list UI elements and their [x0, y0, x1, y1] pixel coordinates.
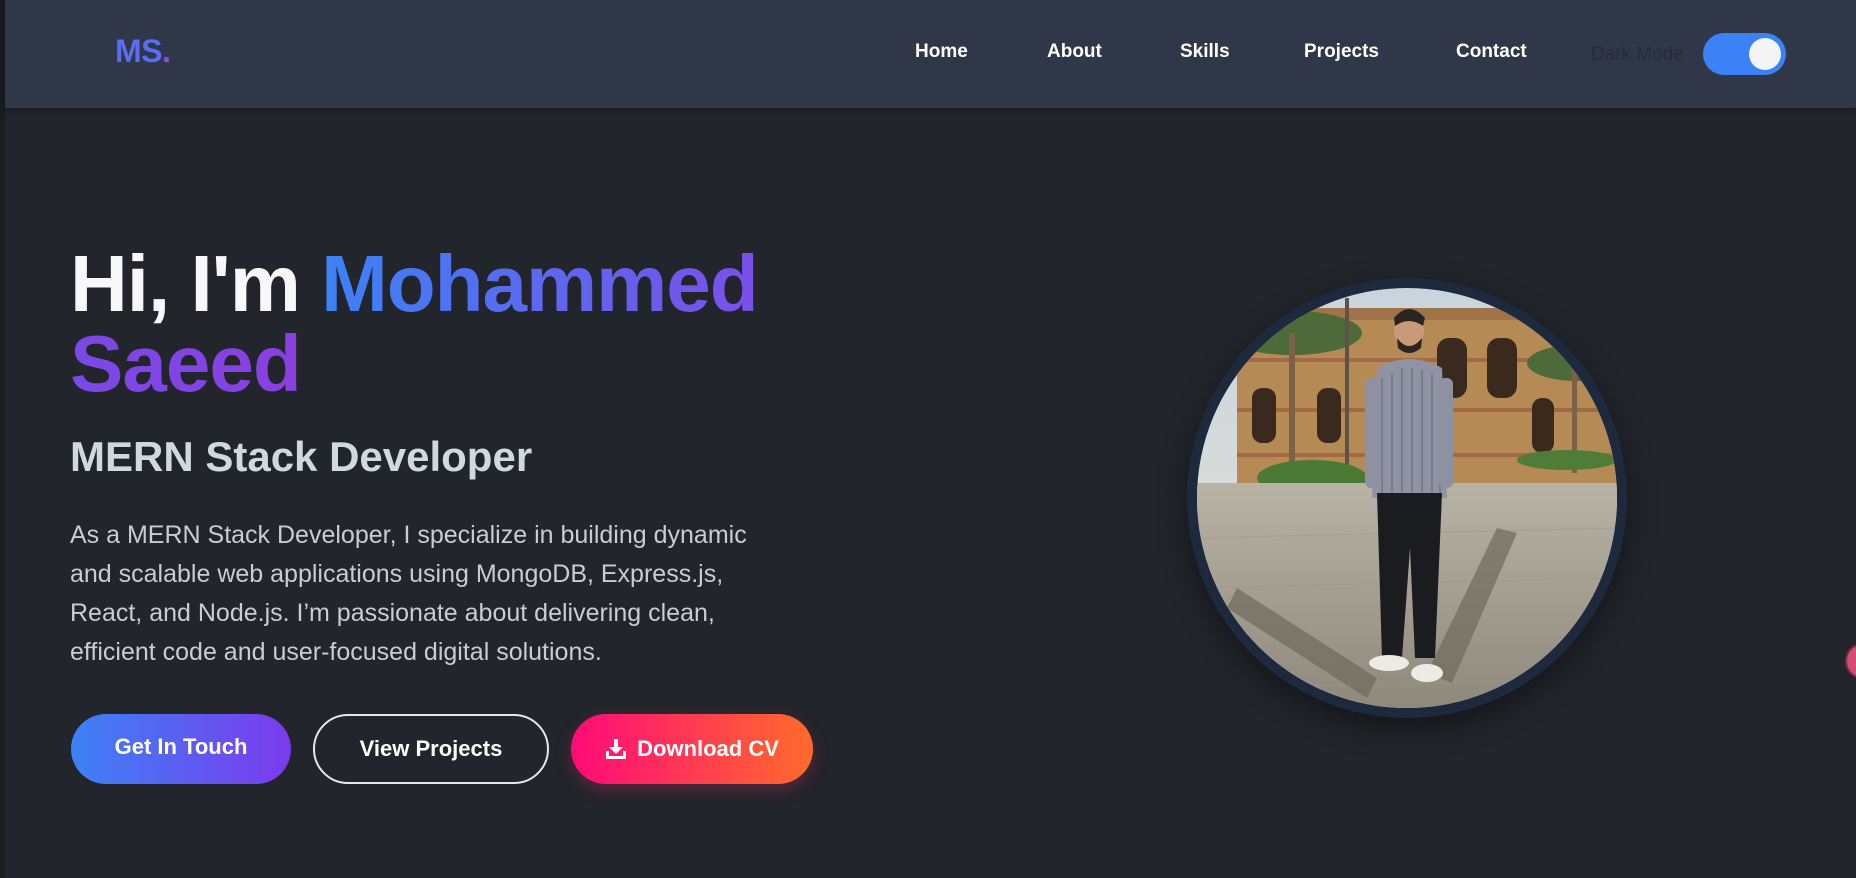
role-subtitle: MERN Stack Developer — [70, 433, 533, 480]
nav-links: Home About Skills Projects Contact — [5, 41, 1856, 65]
get-in-touch-label: Get In Touch — [114, 734, 248, 759]
get-in-touch-button[interactable]: Get In Touch — [71, 714, 291, 784]
dark-mode-label: Dark Mode — [1591, 44, 1684, 65]
nav-link-projects[interactable]: Projects — [1304, 41, 1379, 63]
profile-photo — [1197, 288, 1617, 708]
greeting-text: Hi, I'm — [70, 239, 301, 328]
first-name: Mohammed — [321, 239, 758, 328]
profile-photo-frame — [1187, 278, 1627, 718]
hero-title-line-1: Hi, I'm Mohammed — [70, 244, 759, 324]
download-cv-button[interactable]: Download CV — [571, 714, 813, 784]
view-projects-button[interactable]: View Projects — [313, 714, 549, 784]
download-cv-label: Download CV — [637, 736, 779, 761]
view-projects-label: View Projects — [359, 736, 503, 761]
nav-link-home[interactable]: Home — [915, 41, 968, 63]
portfolio-page: MS. Home About Skills Projects Contact D… — [0, 0, 1856, 878]
toggle-knob — [1749, 38, 1781, 70]
floating-action-dot[interactable] — [1845, 644, 1856, 678]
download-icon — [605, 738, 627, 760]
nav-link-contact[interactable]: Contact — [1456, 41, 1527, 63]
nav-link-skills[interactable]: Skills — [1180, 41, 1230, 63]
dark-mode-toggle[interactable] — [1703, 33, 1786, 75]
hero-description: As a MERN Stack Developer, I specialize … — [70, 521, 747, 666]
navbar: MS. Home About Skills Projects Contact D… — [5, 0, 1856, 109]
nav-link-about[interactable]: About — [1047, 41, 1102, 63]
hero-title: Hi, I'm Mohammed Saeed — [70, 244, 759, 404]
window-left-edge — [0, 0, 5, 878]
last-name: Saeed — [70, 319, 302, 408]
hero-title-line-2: Saeed — [70, 324, 758, 404]
